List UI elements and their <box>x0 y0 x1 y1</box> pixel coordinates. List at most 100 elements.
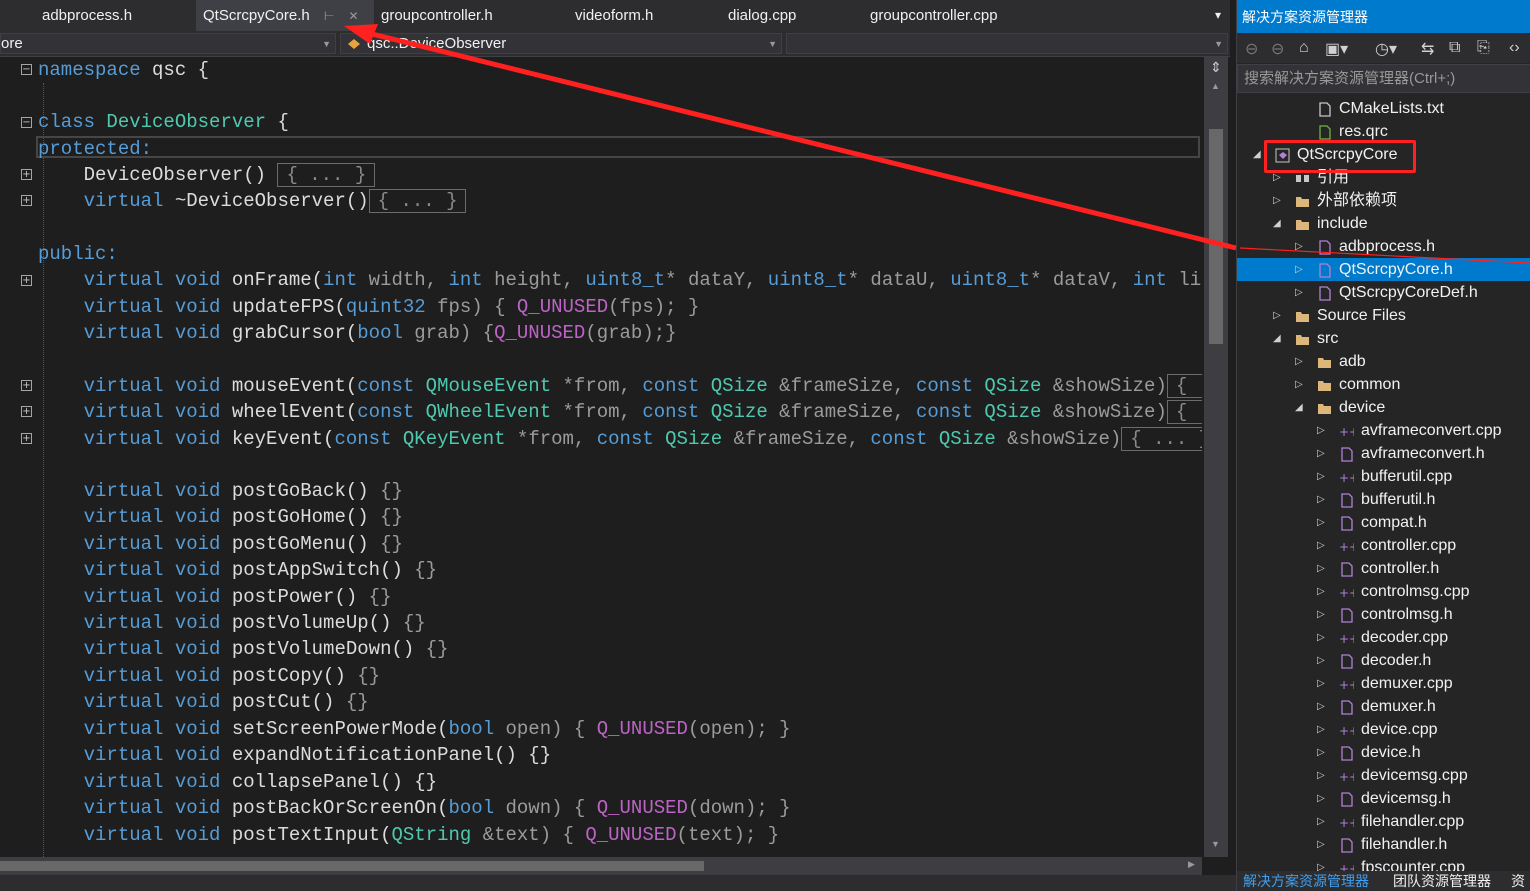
scroll-thumb[interactable] <box>0 861 704 871</box>
tree-item[interactable]: ▷ controlmsg.h <box>1237 603 1530 626</box>
tab-groupcontroller-h[interactable]: groupcontroller.h <box>381 0 493 31</box>
tree-item[interactable]: ▷ adbprocess.h <box>1237 235 1530 258</box>
collapsed-block[interactable]: { ... } <box>1166 400 1202 424</box>
tree-item[interactable]: ▷ ++ avframeconvert.cpp <box>1237 419 1530 442</box>
tab-dialog-cpp[interactable]: dialog.cpp <box>728 0 796 31</box>
horizontal-scrollbar[interactable]: ▶ <box>0 857 1202 875</box>
tree-item[interactable]: ▷ 外部依赖项 <box>1237 189 1530 212</box>
tree-item[interactable]: ▷ devicemsg.h <box>1237 787 1530 810</box>
collapsed-arrow-icon[interactable]: ▷ <box>1317 511 1325 534</box>
tree-item[interactable]: ▷ ++ devicemsg.cpp <box>1237 764 1530 787</box>
tree-item[interactable]: CMakeLists.txt <box>1237 97 1530 120</box>
scroll-thumb[interactable] <box>1209 129 1223 344</box>
collapsed-arrow-icon[interactable]: ▷ <box>1295 281 1303 304</box>
tree-item[interactable]: ▷ QtScrcpyCore.h <box>1237 258 1530 281</box>
expanded-arrow-icon[interactable]: ◢ <box>1295 396 1303 419</box>
tree-item[interactable]: ▷ filehandler.h <box>1237 833 1530 856</box>
solution-search-input[interactable]: 搜索解决方案资源管理器(Ctrl+;) <box>1237 64 1530 93</box>
split-icon[interactable]: ⇕ <box>1210 59 1222 76</box>
collapsed-arrow-icon[interactable]: ▷ <box>1273 304 1281 327</box>
show-all-files-icon[interactable]: ⎘ <box>1477 39 1490 57</box>
tree-item[interactable]: ▷ adb <box>1237 350 1530 373</box>
tree-item[interactable]: ▷ avframeconvert.h <box>1237 442 1530 465</box>
fold-collapse-icon[interactable]: − <box>21 64 32 75</box>
sync-icon[interactable]: ⇆ <box>1421 39 1434 59</box>
collapsed-block[interactable]: { ... } <box>277 163 376 187</box>
history-icon[interactable]: ◷▾ <box>1375 39 1397 59</box>
tab-qtscrcpycore-h[interactable]: QtScrcpyCore.h ⊢ ✕ <box>196 0 374 31</box>
fold-collapse-icon[interactable]: − <box>21 117 32 128</box>
collapsed-arrow-icon[interactable]: ▷ <box>1317 787 1325 810</box>
forward-icon[interactable]: ⊖ <box>1271 39 1284 59</box>
fold-expand-icon[interactable]: + <box>21 169 32 180</box>
member-dropdown[interactable]: ▼ <box>786 33 1228 54</box>
tree-item[interactable]: ▷ ++ bufferutil.cpp <box>1237 465 1530 488</box>
tab-more[interactable]: 资 <box>1511 871 1525 891</box>
collapse-all-icon[interactable]: ⧉ <box>1449 39 1460 57</box>
vertical-scrollbar[interactable]: ⇕ ▲ ▼ <box>1204 57 1228 857</box>
collapsed-arrow-icon[interactable]: ▷ <box>1317 465 1325 488</box>
collapsed-arrow-icon[interactable]: ▷ <box>1295 373 1303 396</box>
tab-adbprocess-h[interactable]: adbprocess.h <box>42 0 132 31</box>
tree-item[interactable]: ▷ ++ fpscounter.cpp <box>1237 856 1530 871</box>
tab-groupcontroller-cpp[interactable]: groupcontroller.cpp <box>870 0 998 31</box>
tree-item[interactable]: ▷ ++ filehandler.cpp <box>1237 810 1530 833</box>
tab-solution-explorer[interactable]: 解决方案资源管理器 <box>1243 871 1369 891</box>
tree-item[interactable]: ▷ ++ controlmsg.cpp <box>1237 580 1530 603</box>
collapsed-arrow-icon[interactable]: ▷ <box>1317 419 1325 442</box>
code-editor[interactable]: − − + + + + + + namespace qsc { class De… <box>0 57 1202 857</box>
tree-item[interactable]: ▷ controller.h <box>1237 557 1530 580</box>
tab-overflow-menu-icon[interactable]: ▾ <box>1206 0 1230 31</box>
code-view-icon[interactable]: ‹› <box>1509 39 1520 57</box>
collapsed-arrow-icon[interactable]: ▷ <box>1317 856 1325 871</box>
expanded-arrow-icon[interactable]: ◢ <box>1273 212 1281 235</box>
tree-item[interactable]: ▷ QtScrcpyCoreDef.h <box>1237 281 1530 304</box>
home-icon[interactable]: ⌂ <box>1299 39 1309 57</box>
back-icon[interactable]: ⊖ <box>1245 39 1258 59</box>
fold-expand-icon[interactable]: + <box>21 380 32 391</box>
solution-explorer-title[interactable]: 解决方案资源管理器 <box>1237 0 1530 33</box>
collapsed-arrow-icon[interactable]: ▷ <box>1317 672 1325 695</box>
expanded-arrow-icon[interactable]: ◢ <box>1273 327 1281 350</box>
collapsed-arrow-icon[interactable]: ▷ <box>1295 235 1303 258</box>
collapsed-arrow-icon[interactable]: ▷ <box>1317 534 1325 557</box>
collapsed-arrow-icon[interactable]: ▷ <box>1295 258 1303 281</box>
switch-views-icon[interactable]: ▣▾ <box>1325 39 1348 59</box>
fold-expand-icon[interactable]: + <box>21 275 32 286</box>
fold-expand-icon[interactable]: + <box>21 195 32 206</box>
tree-item[interactable]: ▷ ++ device.cpp <box>1237 718 1530 741</box>
tree-item[interactable]: ▷ decoder.h <box>1237 649 1530 672</box>
tree-item[interactable]: ▷ bufferutil.h <box>1237 488 1530 511</box>
collapsed-arrow-icon[interactable]: ▷ <box>1317 833 1325 856</box>
collapsed-arrow-icon[interactable]: ▷ <box>1317 488 1325 511</box>
collapsed-arrow-icon[interactable]: ▷ <box>1317 557 1325 580</box>
collapsed-block[interactable]: { ... } <box>1166 374 1202 398</box>
tree-item[interactable]: ▷ ++ controller.cpp <box>1237 534 1530 557</box>
tab-videoform-h[interactable]: videoform.h <box>575 0 653 31</box>
collapsed-arrow-icon[interactable]: ▷ <box>1295 350 1303 373</box>
collapsed-arrow-icon[interactable]: ▷ <box>1317 603 1325 626</box>
collapsed-block[interactable]: { ... } <box>368 189 467 213</box>
tree-item[interactable]: ▷ ++ decoder.cpp <box>1237 626 1530 649</box>
collapsed-arrow-icon[interactable]: ▷ <box>1273 189 1281 212</box>
collapsed-arrow-icon[interactable]: ▷ <box>1317 764 1325 787</box>
collapsed-arrow-icon[interactable]: ▷ <box>1317 580 1325 603</box>
collapsed-arrow-icon[interactable]: ▷ <box>1317 695 1325 718</box>
tree-item[interactable]: ◢ include <box>1237 212 1530 235</box>
scroll-down-icon[interactable]: ▼ <box>1211 839 1220 849</box>
project-dropdown[interactable]: ore ▼ <box>0 33 336 54</box>
fold-expand-icon[interactable]: + <box>21 433 32 444</box>
tree-item[interactable]: ▷ compat.h <box>1237 511 1530 534</box>
close-icon[interactable]: ✕ <box>349 9 359 23</box>
expanded-arrow-icon[interactable]: ◢ <box>1253 143 1261 166</box>
collapsed-arrow-icon[interactable]: ▷ <box>1317 810 1325 833</box>
tree-item[interactable]: ▷ demuxer.h <box>1237 695 1530 718</box>
tree-item[interactable]: ▷ ++ demuxer.cpp <box>1237 672 1530 695</box>
tree-item[interactable]: ▷ device.h <box>1237 741 1530 764</box>
collapsed-arrow-icon[interactable]: ▷ <box>1317 718 1325 741</box>
collapsed-arrow-icon[interactable]: ▷ <box>1317 442 1325 465</box>
tab-team-explorer[interactable]: 团队资源管理器 <box>1393 871 1491 891</box>
tree-item[interactable]: ◢ device <box>1237 396 1530 419</box>
collapsed-arrow-icon[interactable]: ▷ <box>1317 649 1325 672</box>
tree-item[interactable]: ▷ Source Files <box>1237 304 1530 327</box>
